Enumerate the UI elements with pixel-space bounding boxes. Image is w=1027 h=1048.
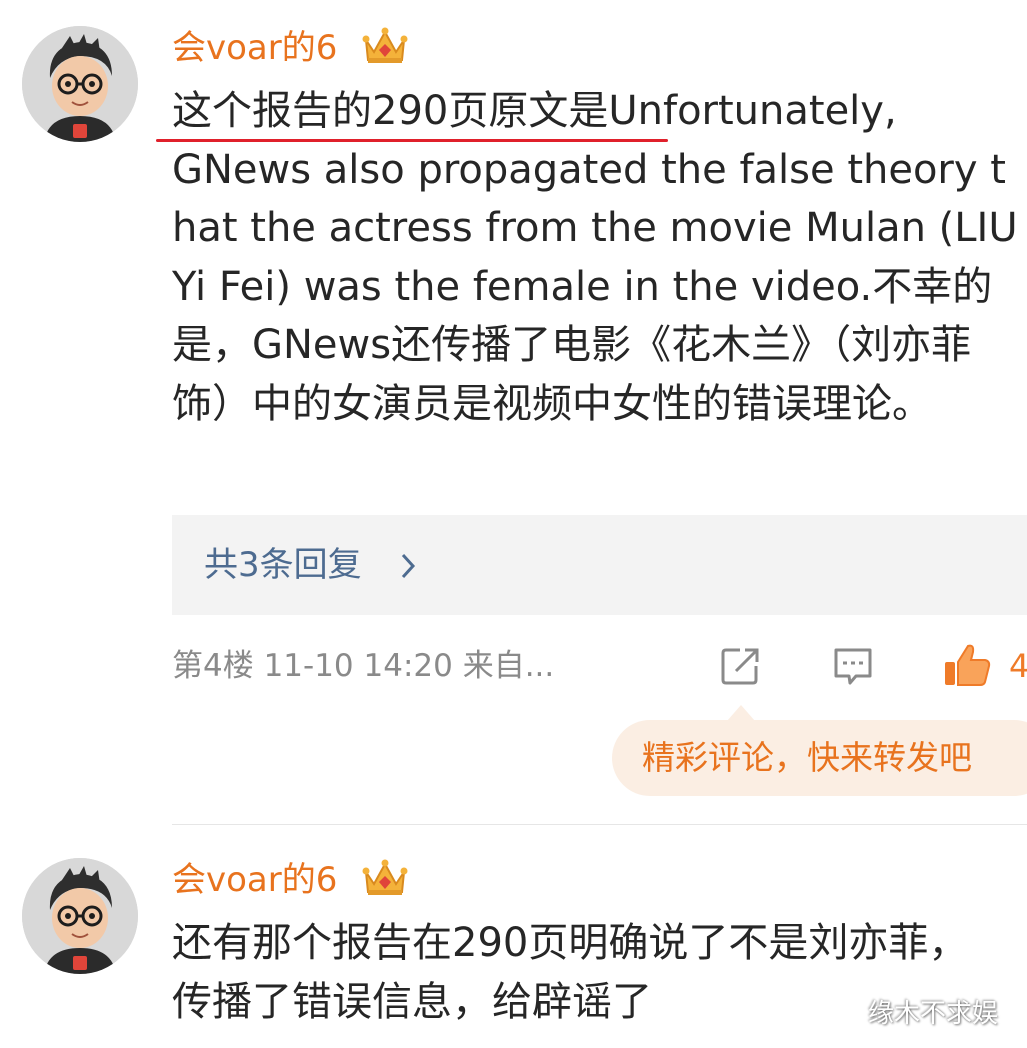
divider <box>172 824 1027 825</box>
tooltip-arrow <box>727 705 755 721</box>
like-icon[interactable] <box>942 642 992 688</box>
avatar-image <box>22 858 138 974</box>
chevron-right-icon <box>401 553 416 579</box>
crown-icon <box>362 859 408 895</box>
red-underline <box>156 139 668 142</box>
comment-text-line1-rest: Unfortunately, <box>608 88 897 134</box>
comment-body: 这个报告的290页原文是Unfortunately, GNews also pr… <box>172 82 1027 433</box>
username[interactable]: 会voar的6 <box>172 860 337 900</box>
share-tooltip[interactable]: 精彩评论，快来转发吧 <box>612 720 1027 796</box>
watermark: 缘木不求娱 <box>868 999 999 1029</box>
replies-button[interactable]: 共3条回复 <box>172 515 1027 615</box>
comment-icon[interactable] <box>831 644 875 688</box>
comment-meta: 第4楼 11-10 14:20 来自... <box>172 648 555 684</box>
like-count: 4 <box>1009 647 1027 685</box>
comment-item: 会voar的6 这个报告的290页原文是Unfortunately, GNews… <box>0 0 1027 824</box>
avatar-image <box>22 26 138 142</box>
replies-label: 共3条回复 <box>204 545 362 585</box>
highlighted-text: 这个报告的290页原文是 <box>172 88 609 134</box>
comment-text: GNews also propagated the false theory t… <box>172 146 1018 427</box>
crown-icon <box>362 27 408 63</box>
avatar[interactable] <box>22 858 138 974</box>
tooltip-text: 精彩评论，快来转发吧 <box>642 738 972 777</box>
avatar[interactable] <box>22 26 138 142</box>
share-icon[interactable] <box>718 644 762 688</box>
username[interactable]: 会voar的6 <box>172 28 337 68</box>
